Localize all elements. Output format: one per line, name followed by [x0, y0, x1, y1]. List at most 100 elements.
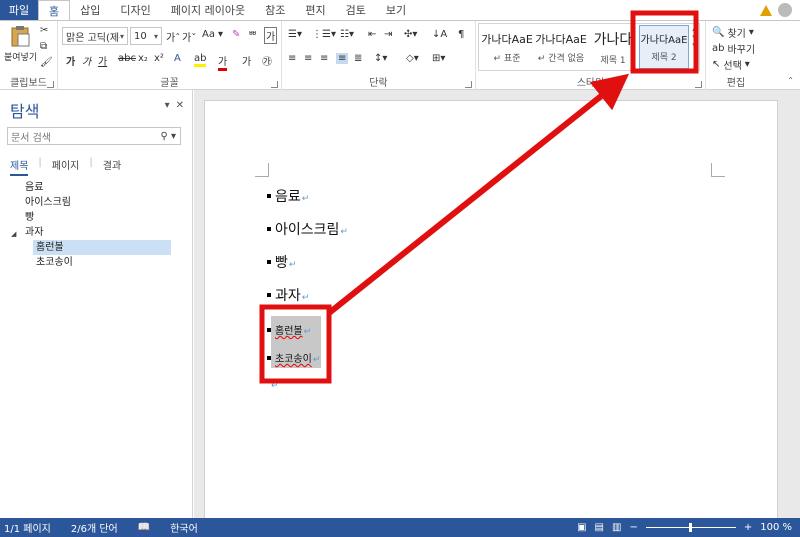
bold-icon[interactable]: 가 [66, 53, 75, 68]
warning-icon[interactable] [760, 4, 772, 16]
replace-button[interactable]: ab 바꾸기 [712, 41, 755, 56]
font-name-combo[interactable]: 맑은 고딕(제목▾ [62, 27, 128, 45]
nav-tab-results[interactable]: 결과 [103, 157, 121, 176]
print-layout-icon[interactable]: ▤ [595, 522, 604, 533]
strikethrough-icon[interactable]: abc [118, 53, 136, 64]
sort-icon[interactable]: ↓A [432, 29, 447, 40]
numbering-icon[interactable]: ⋮☰▾ [312, 29, 336, 40]
tab-page-layout[interactable]: 페이지 레이아웃 [161, 0, 255, 20]
tab-view[interactable]: 보기 [376, 0, 416, 20]
paragraph-launcher-icon[interactable] [465, 81, 472, 88]
nav-heading-item[interactable]: 빵 [25, 210, 34, 225]
list-item: 홈런볼↵ [267, 322, 311, 337]
search-icon[interactable]: ⚲ ▾ [160, 131, 176, 142]
user-avatar-icon[interactable] [778, 3, 792, 17]
zoom-out-icon[interactable]: − [629, 522, 637, 533]
gallery-scroll[interactable]: ▴ ▾ ▾ [690, 25, 698, 69]
italic-icon[interactable]: 가 [82, 53, 91, 68]
collapse-triangle-icon[interactable]: ◢ [11, 230, 16, 238]
zoom-level[interactable]: 100 % [760, 522, 792, 533]
document-page[interactable]: 음료↵ 아이스크림↵ 빵↵ 과자↵ 홈런볼↵ 초코송이↵ ↵ [204, 100, 778, 537]
distribute-icon[interactable]: ≣ [354, 53, 362, 64]
decrease-indent-icon[interactable]: ⇤ [368, 29, 376, 40]
list-item: 아이스크림↵ [267, 219, 348, 239]
nav-heading-item[interactable]: 초코송이 [36, 255, 73, 270]
enclose-char-icon[interactable]: ㉮ [262, 53, 272, 68]
cut-icon[interactable]: ✂ [40, 25, 48, 36]
ribbon: 붙여넣기 ✂ ⧉ 🖌 클립보드 맑은 고딕(제목▾ 10▾ 가ˆ 가ˇ Aa▾ … [0, 20, 800, 91]
asian-layout-icon[interactable]: ✣▾ [404, 29, 417, 40]
line-spacing-icon[interactable]: ↕▾ [374, 53, 387, 64]
styles-launcher-icon[interactable] [695, 81, 702, 88]
copy-icon[interactable]: ⧉ [40, 41, 47, 52]
phonetic-guide-icon[interactable]: ᄈ [248, 27, 257, 42]
nav-tabs: 제목 | 페이지 | 결과 [10, 157, 121, 176]
replace-icon: ab [712, 43, 725, 54]
language-indicator[interactable]: 한국어 [170, 520, 198, 535]
change-case-button[interactable]: Aa ▾ [202, 29, 223, 40]
shading-icon[interactable]: ◇▾ [406, 53, 419, 64]
clipboard-launcher-icon[interactable] [47, 81, 54, 88]
grow-font-icon[interactable]: 가ˆ [166, 29, 180, 44]
justify-icon[interactable]: ≡ [336, 53, 349, 64]
select-button[interactable]: ↖ 선택 ▾ [712, 57, 750, 72]
proofing-icon[interactable]: 📖 [138, 522, 150, 533]
multilevel-list-icon[interactable]: ☷▾ [340, 29, 354, 40]
tab-review[interactable]: 검토 [336, 0, 376, 20]
nav-heading-item[interactable]: 홈런볼 [33, 240, 171, 255]
char-border-icon[interactable]: 가 [264, 27, 278, 44]
collapse-ribbon-icon[interactable]: ⌃ [787, 76, 794, 85]
zoom-slider-thumb[interactable] [688, 523, 692, 532]
tab-design[interactable]: 디자인 [110, 0, 160, 20]
highlight-icon[interactable]: ab [194, 53, 207, 67]
nav-heading-item[interactable]: 아이스크림 [25, 195, 71, 210]
align-left-icon[interactable]: ≡ [288, 53, 296, 64]
page-count[interactable]: 1/1 페이지 [4, 520, 51, 535]
paste-button[interactable]: 붙여넣기 [4, 25, 37, 67]
bullets-icon[interactable]: ☰▾ [288, 29, 302, 40]
font-group: 맑은 고딕(제목▾ 10▾ 가ˆ 가ˇ Aa▾ ✎ ᄈ 가 가 가 가 abc … [58, 21, 282, 91]
tab-home[interactable]: 홈 [38, 0, 71, 20]
close-icon[interactable]: ✕ [176, 100, 184, 111]
increase-indent-icon[interactable]: ⇥ [384, 29, 392, 40]
nav-heading-item[interactable]: 과자 [25, 225, 43, 240]
text-effects-icon[interactable]: A [174, 53, 181, 64]
paragraph-group: ☰▾ ⋮☰▾ ☷▾ ⇤ ⇥ ✣▾ ↓A ¶ ≡ ≡ ≡ ≡ ≣ ↕▾ ◇▾ ⊞▾… [282, 21, 476, 91]
clear-format-icon[interactable]: ✎ [232, 29, 240, 40]
tab-mailings[interactable]: 편지 [295, 0, 335, 20]
align-center-icon[interactable]: ≡ [304, 53, 312, 64]
document-area: 음료↵ 아이스크림↵ 빵↵ 과자↵ 홈런볼↵ 초코송이↵ ↵ [194, 90, 800, 537]
show-marks-icon[interactable]: ¶ [458, 29, 464, 40]
format-painter-icon[interactable]: 🖌 [40, 57, 53, 68]
font-color-icon[interactable]: 가 [218, 53, 228, 71]
zoom-slider[interactable] [645, 523, 736, 532]
chevron-down-icon: ▾ [153, 31, 158, 41]
font-launcher-icon[interactable] [271, 81, 278, 88]
char-shading-icon[interactable]: 가 [242, 53, 251, 68]
style-heading-1[interactable]: 가나다 제목 1 [589, 25, 637, 69]
subscript-icon[interactable]: x₂ [138, 53, 148, 64]
font-size-combo[interactable]: 10 ▾ [130, 27, 162, 45]
nav-tab-pages[interactable]: 페이지 [52, 157, 80, 176]
nav-heading-item[interactable]: 음료 [25, 180, 43, 195]
find-button[interactable]: 🔍 찾기 ▾ [712, 25, 754, 40]
tab-file[interactable]: 파일 [0, 0, 38, 20]
style-no-spacing[interactable]: 가나다AaE ↵ 간격 없음 [535, 25, 587, 69]
read-mode-icon[interactable]: ▣ [577, 522, 586, 533]
align-right-icon[interactable]: ≡ [320, 53, 328, 64]
shrink-font-icon[interactable]: 가ˇ [182, 29, 196, 44]
underline-icon[interactable]: 가 [98, 53, 107, 68]
borders-icon[interactable]: ⊞▾ [432, 53, 445, 64]
style-heading-2[interactable]: 가나다AaE 제목 2 [639, 25, 689, 69]
nav-options-icon[interactable]: ▾ [165, 100, 170, 111]
tab-insert[interactable]: 삽입 [70, 0, 110, 20]
zoom-in-icon[interactable]: + [744, 522, 752, 533]
superscript-icon[interactable]: x² [154, 53, 164, 64]
word-count[interactable]: 2/6개 단어 [71, 520, 118, 535]
web-layout-icon[interactable]: ▥ [612, 522, 621, 533]
nav-tab-headings[interactable]: 제목 [10, 157, 29, 176]
style-normal[interactable]: 가나다AaE ↵ 표준 [481, 25, 533, 69]
status-bar: 1/1 페이지 2/6개 단어 📖 한국어 ▣ ▤ ▥ − + 100 % [0, 518, 800, 537]
tab-references[interactable]: 참조 [255, 0, 295, 20]
nav-search-input[interactable]: 문서 검색 ⚲ ▾ [7, 127, 181, 145]
